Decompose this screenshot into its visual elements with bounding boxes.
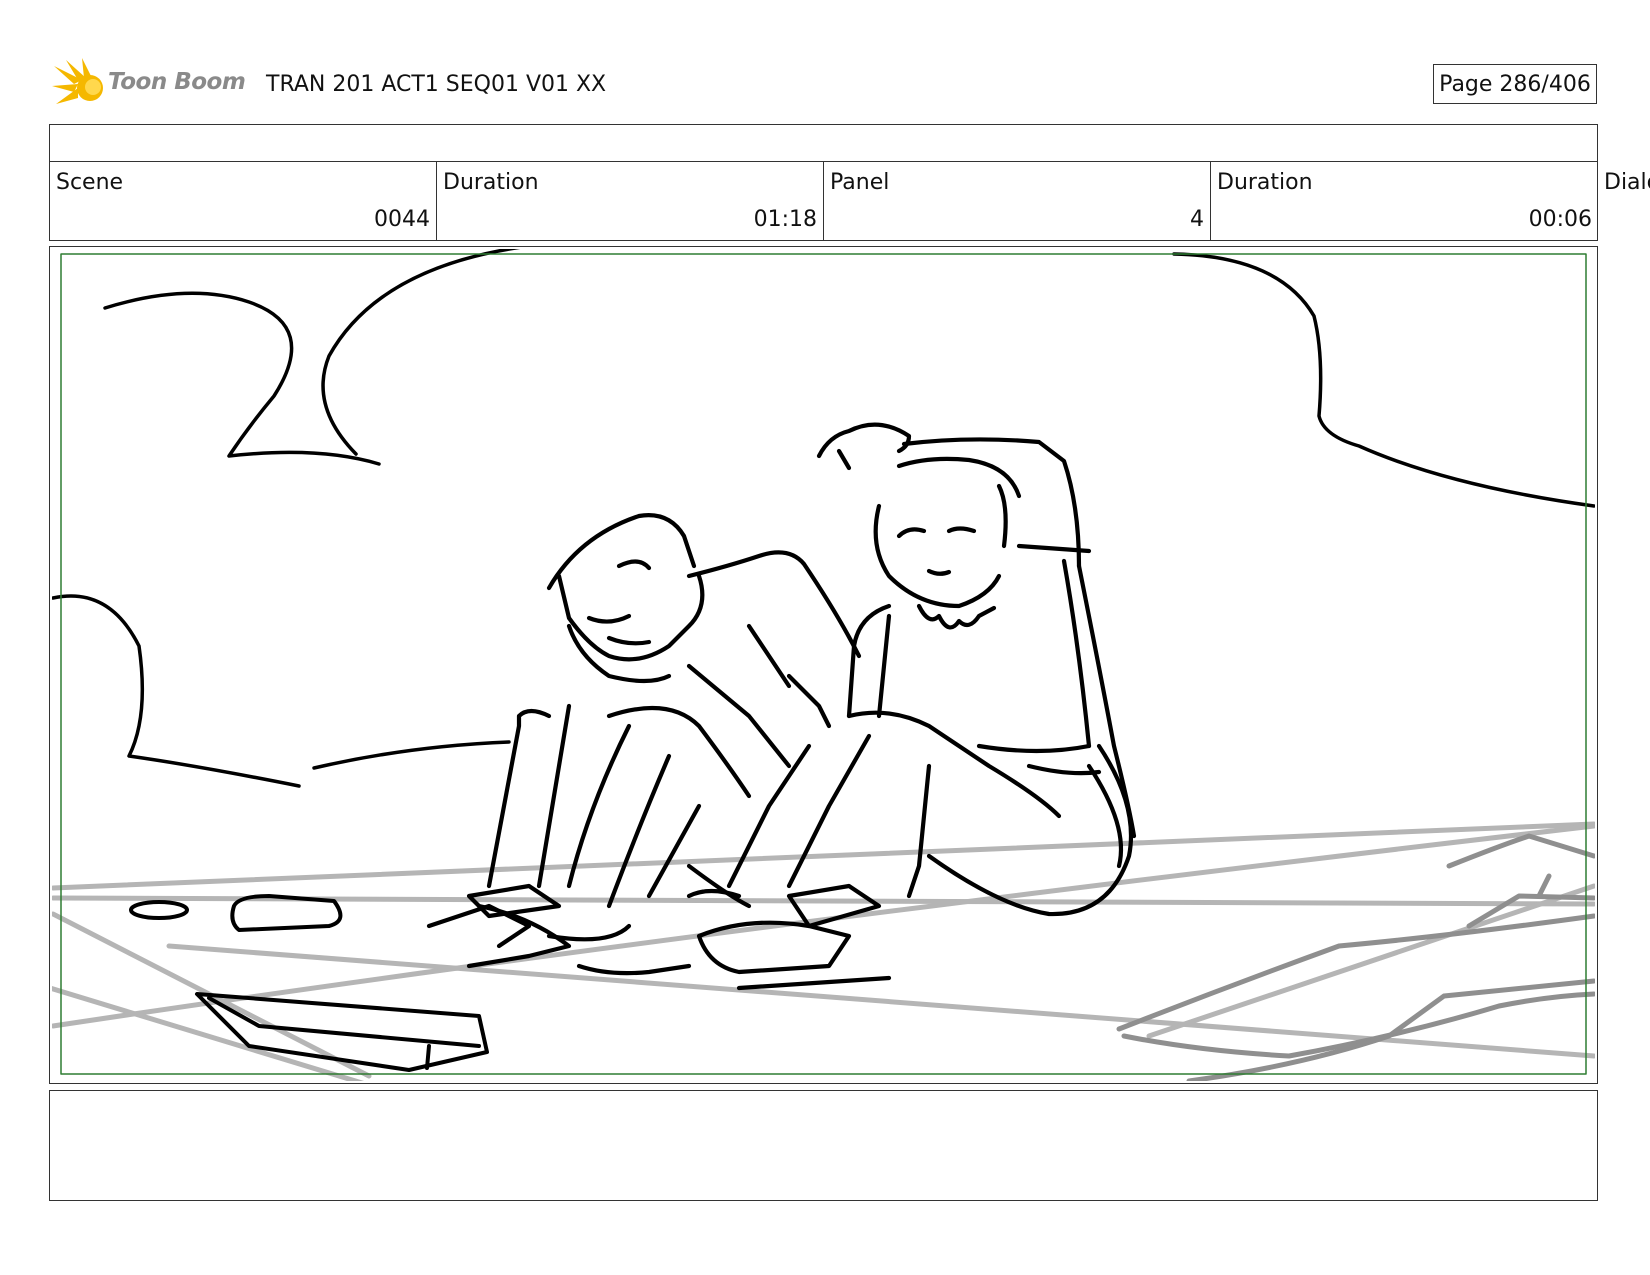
header-strip: [49, 124, 1598, 162]
panel-duration-label: Duration: [1217, 170, 1313, 195]
page-indicator: Page 286/406: [1433, 64, 1597, 104]
scene-duration-value: 01:18: [753, 207, 817, 232]
cloud-outlines: [52, 249, 1595, 788]
panel-value: 4: [1190, 207, 1204, 232]
starburst-logo-icon: [52, 58, 103, 104]
panel-duration-value: 00:06: [1528, 207, 1592, 232]
scene-value: 0044: [374, 207, 430, 232]
scene-label: Scene: [56, 170, 124, 195]
scene-duration-label: Duration: [443, 170, 539, 195]
dialog-label: Dialo: [1604, 170, 1650, 195]
panel-label: Panel: [830, 170, 890, 195]
logo-wordmark: Toon Boom: [108, 69, 246, 95]
toon-boom-logo: Toon Boom: [52, 58, 252, 112]
panel-info-row: Scene 0044 Duration 01:18 Panel 4 Durati…: [49, 162, 1598, 241]
scene-duration-cell: Duration 01:18: [437, 162, 824, 240]
safe-frame: [60, 253, 1587, 1075]
action-notes-box: [49, 1090, 1598, 1201]
scene-cell: Scene 0044: [50, 162, 437, 240]
panel-cell: Panel 4: [824, 162, 1211, 240]
panel-duration-cell: Duration 00:06: [1211, 162, 1598, 240]
document-title: TRAN 201 ACT1 SEQ01 V01 XX: [266, 72, 607, 97]
storyboard-panel-sketch: [52, 249, 1595, 1081]
